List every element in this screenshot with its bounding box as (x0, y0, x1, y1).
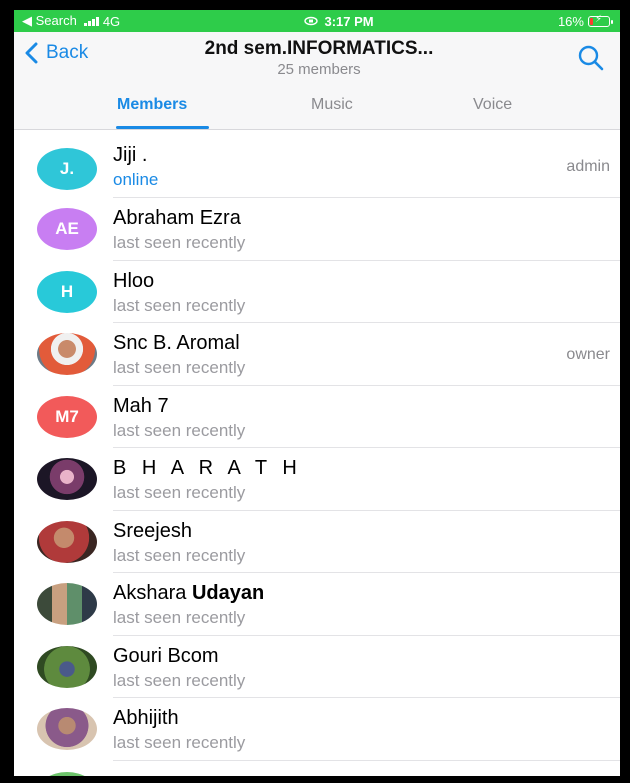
avatar: AE (37, 208, 97, 250)
member-row[interactable]: M7 Mah 7 last seen recently (14, 386, 620, 448)
avatar-photo (37, 583, 97, 625)
avatar-initials: H (60, 281, 74, 301)
title-block[interactable]: 2nd sem.INFORMATICS... 25 members (164, 38, 474, 78)
member-status: last seen recently (113, 420, 246, 440)
avatar-photo (37, 645, 97, 688)
status-left: ◀ Search 4G (22, 13, 120, 29)
avatar-photo (37, 458, 97, 500)
clock: 3:17 PM (324, 13, 374, 29)
tab-bar: Members Music Voice (14, 82, 620, 130)
back-button[interactable]: Back (24, 42, 88, 64)
avatar-initials: M7 (55, 406, 79, 426)
avatar: H (37, 270, 97, 313)
status-right: 16% ⚡ (557, 13, 613, 29)
member-row[interactable]: H Hloo last seen recently (14, 261, 620, 323)
member-status: last seen recently (113, 358, 246, 377)
avatar-photo (37, 708, 97, 750)
avatar-initials: J. (59, 159, 75, 178)
member-name: Snc B. Aromal (113, 332, 240, 354)
tab-voice[interactable]: Voice (473, 96, 512, 114)
chevron-left-icon (25, 42, 38, 64)
member-name: Mah 7 (113, 394, 169, 417)
member-row[interactable]: Sreejesh last seen recently (14, 511, 620, 573)
member-name-last: Udayan (191, 582, 265, 604)
member-count: 25 members (277, 61, 361, 78)
member-status: last seen recently (113, 545, 246, 565)
member-row[interactable]: Gouri Bcom last seen recently (14, 636, 620, 698)
member-name: B H A R A T H (113, 457, 302, 479)
member-status: last seen recently (113, 483, 246, 502)
member-name: Abhijith (113, 707, 179, 729)
member-list: J. Jiji . online admin AE Abraham Ezra l… (14, 130, 620, 761)
avatar-photo (37, 772, 97, 776)
member-row[interactable]: Snc B. Aromal last seen recently owner (14, 323, 620, 386)
member-name: Sreejesh (113, 519, 192, 542)
member-status: last seen recently (113, 670, 246, 690)
app-screen: ◀ Search 4G 3:17 PM 16% ⚡ Back 2nd sem.I… (14, 10, 620, 776)
member-row[interactable]: J. Jiji . online admin (14, 130, 620, 198)
active-tab-indicator (116, 126, 209, 129)
member-status: online (113, 170, 159, 189)
member-row[interactable]: Akshara Udayan last seen recently (14, 573, 620, 636)
member-role-badge: owner (566, 346, 610, 363)
member-name: Gouri Bcom (113, 644, 219, 667)
status-center: 3:17 PM (304, 13, 374, 29)
avatar: M7 (37, 395, 97, 438)
battery-percent: 16% (557, 13, 584, 29)
search-icon (578, 45, 604, 71)
member-row[interactable]: B H A R A T H last seen recently (14, 448, 620, 511)
group-title: 2nd sem.INFORMATICS... (204, 38, 434, 59)
avatar-photo (37, 520, 97, 563)
nav-header: Back 2nd sem.INFORMATICS... 25 members (14, 32, 620, 82)
battery-icon: ⚡ (587, 14, 613, 27)
status-bar: ◀ Search 4G 3:17 PM 16% ⚡ (14, 10, 620, 32)
avatar-initials: AE (55, 219, 79, 238)
member-name: Akshara Udayan (113, 582, 264, 605)
back-label: Back (46, 42, 89, 63)
row-divider (113, 759, 620, 761)
network-label: 4G (102, 13, 121, 29)
search-button[interactable] (576, 43, 606, 73)
member-status: last seen recently (113, 733, 246, 752)
avatar-photo (37, 333, 97, 375)
back-to-search-link[interactable]: ◀ Search (22, 13, 77, 29)
member-name: Abraham Ezra (113, 207, 241, 229)
member-name: Hloo (113, 269, 155, 292)
rotation-lock-icon (304, 14, 319, 29)
member-name-first: Akshara (113, 582, 192, 604)
member-name: Jiji . (113, 144, 148, 166)
member-status: last seen recently (113, 295, 246, 315)
signal-icon (83, 16, 99, 26)
avatar: J. (37, 148, 97, 190)
member-status: last seen recently (113, 608, 246, 627)
member-row[interactable]: AE Abraham Ezra last seen recently (14, 198, 620, 261)
member-status: last seen recently (113, 233, 246, 252)
member-role-badge: admin (566, 158, 610, 175)
tab-music[interactable]: Music (311, 96, 353, 114)
tab-members[interactable]: Members (117, 96, 187, 114)
member-row[interactable]: Abhijith last seen recently (14, 698, 620, 761)
